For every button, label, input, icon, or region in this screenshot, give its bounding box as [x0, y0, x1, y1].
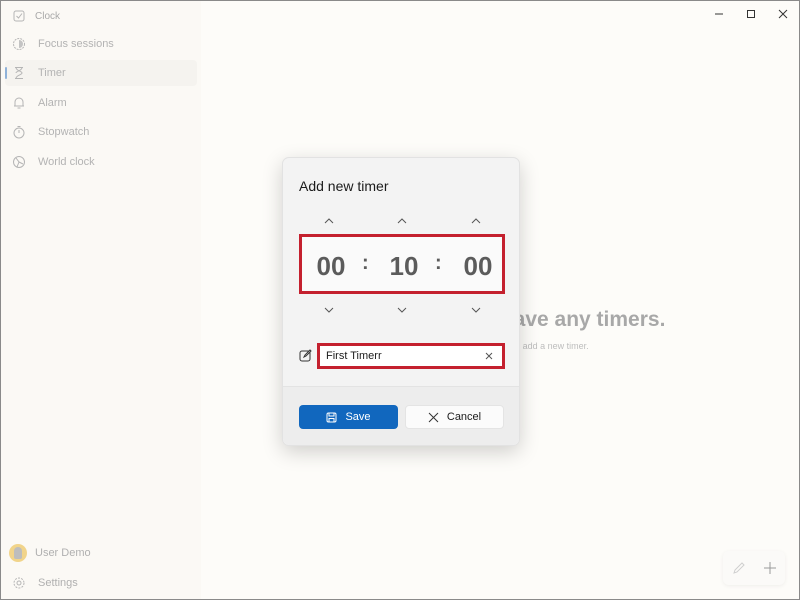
settings-label: Settings — [38, 577, 78, 589]
clock-app-window: Clock Focus sessions Timer Alarm Stopwat… — [0, 0, 800, 600]
close-button[interactable] — [771, 5, 795, 23]
edit-name-icon — [299, 349, 312, 362]
chevron-down-icon — [471, 307, 481, 313]
seconds-decrement-button[interactable] — [469, 305, 483, 315]
seconds-field[interactable]: 00 — [456, 251, 500, 282]
maximize-icon — [747, 10, 755, 18]
time-separator: : — [435, 252, 442, 274]
save-label: Save — [345, 411, 371, 423]
sidebar-item-timer[interactable]: Timer — [5, 60, 197, 86]
sidebar-item-world-clock[interactable]: World clock — [5, 149, 197, 175]
globe-icon — [12, 155, 26, 169]
chevron-up-icon — [397, 218, 407, 224]
focus-icon — [12, 37, 26, 51]
sidebar-item-label: Stopwatch — [38, 126, 90, 138]
sidebar-item-settings[interactable]: Settings — [9, 573, 78, 593]
sidebar: Clock Focus sessions Timer Alarm Stopwat… — [1, 1, 201, 599]
user-name: User Demo — [35, 547, 91, 559]
clock-app-icon — [13, 10, 25, 22]
sidebar-item-stopwatch[interactable]: Stopwatch — [5, 119, 197, 145]
close-icon — [778, 9, 788, 19]
cancel-button[interactable]: Cancel — [405, 405, 504, 429]
timer-name-input[interactable] — [326, 350, 476, 362]
close-icon — [428, 412, 439, 422]
sidebar-item-label: Alarm — [38, 97, 67, 109]
sidebar-item-label: Timer — [38, 67, 66, 79]
minutes-increment-button[interactable] — [395, 216, 409, 226]
pencil-icon[interactable] — [732, 561, 746, 575]
cancel-label: Cancel — [446, 411, 482, 423]
save-icon — [326, 412, 337, 422]
time-separator: : — [362, 252, 369, 274]
active-indicator — [5, 67, 7, 79]
plus-icon[interactable] — [763, 561, 777, 575]
chevron-up-icon — [324, 218, 334, 224]
hours-field[interactable]: 00 — [309, 251, 353, 282]
chevron-down-icon — [324, 307, 334, 313]
minutes-decrement-button[interactable] — [395, 305, 409, 315]
bell-icon — [12, 96, 26, 110]
save-button[interactable]: Save — [299, 405, 398, 429]
minimize-button[interactable] — [707, 5, 731, 23]
dialog-title: Add new timer — [299, 178, 389, 194]
app-title-bar: Clock — [13, 7, 60, 25]
chevron-up-icon — [471, 218, 481, 224]
minimize-icon — [715, 13, 723, 15]
timer-actions — [723, 551, 785, 585]
clear-icon[interactable] — [484, 351, 494, 361]
maximize-button[interactable] — [739, 5, 763, 23]
add-timer-dialog: Add new timer 00 : 10 : 00 First Timerr … — [282, 157, 520, 446]
time-picker: 00 : 10 : 00 — [299, 234, 505, 294]
sidebar-item-focus-sessions[interactable]: Focus sessions — [5, 31, 197, 57]
chevron-down-icon — [397, 307, 407, 313]
sidebar-item-alarm[interactable]: Alarm — [5, 90, 197, 116]
stopwatch-icon — [12, 125, 26, 139]
hours-decrement-button[interactable] — [322, 305, 336, 315]
minutes-field[interactable]: 10 — [382, 251, 426, 282]
gear-icon — [13, 577, 25, 589]
hours-increment-button[interactable] — [322, 216, 336, 226]
footer-divider — [283, 386, 519, 387]
seconds-increment-button[interactable] — [469, 216, 483, 226]
sidebar-item-label: World clock — [38, 156, 95, 168]
timer-name-field[interactable] — [317, 343, 505, 369]
user-account-button[interactable]: User Demo — [9, 542, 91, 564]
app-title: Clock — [35, 10, 61, 22]
sidebar-item-label: Focus sessions — [38, 38, 114, 50]
hourglass-icon — [12, 66, 26, 80]
avatar — [9, 544, 27, 562]
